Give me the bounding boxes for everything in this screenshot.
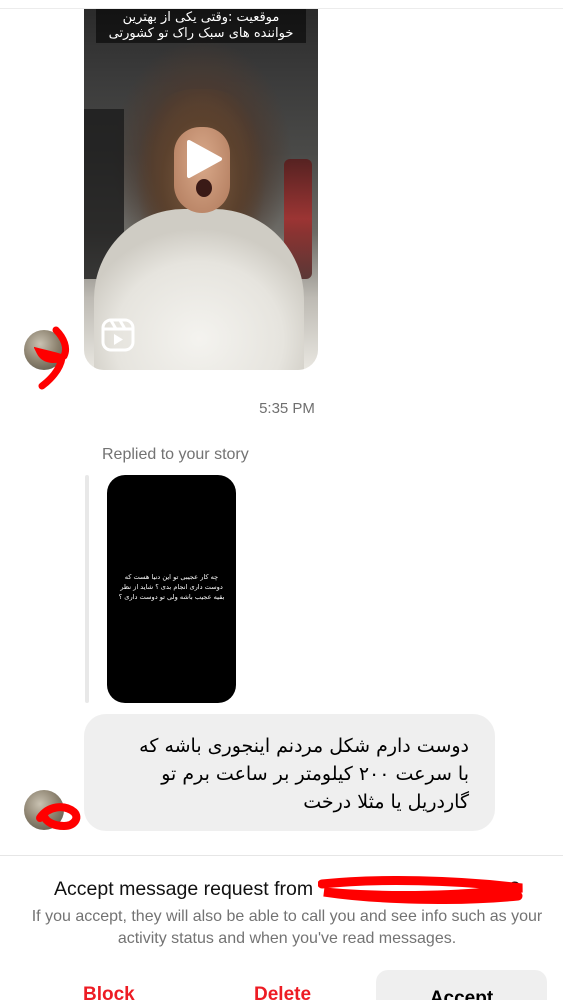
request-divider <box>0 855 563 856</box>
reel-caption-line-1: موقعیت :وقتی یکی از بهترین <box>122 10 280 25</box>
request-title-text: Accept message request from <box>54 878 314 900</box>
sender-avatar[interactable] <box>24 790 64 830</box>
play-icon[interactable] <box>185 139 223 179</box>
message-timestamp: 5:35 PM <box>259 400 315 417</box>
story-thumbnail[interactable]: چه کار عجیبی تو این دنیا هست که دوست دار… <box>107 475 236 703</box>
reply-quote-bar <box>85 475 89 703</box>
request-actions: Block Delete Accept <box>0 970 563 1000</box>
message-bubble[interactable]: دوست دارم شکل مردنم اینجوری باشه که با س… <box>84 714 495 831</box>
request-description: If you accept, they will also be able to… <box>31 908 543 947</box>
story-text: چه کار عجیبی تو این دنیا هست که دوست دار… <box>118 573 225 601</box>
delete-button[interactable]: Delete <box>254 984 311 1000</box>
request-title: Accept message request from? <box>0 878 563 901</box>
accept-button[interactable]: Accept <box>376 970 547 1000</box>
reels-icon <box>101 318 135 352</box>
message-text: دوست دارم شکل مردنم اینجوری باشه که با س… <box>139 735 469 813</box>
block-button[interactable]: Block <box>83 984 135 1000</box>
replied-to-story-label: Replied to your story <box>102 446 249 463</box>
request-title-suffix: ? <box>509 878 520 900</box>
reel-caption: موقعیت :وقتی یکی از بهترین خواننده های س… <box>96 9 306 43</box>
reel-person-mouth <box>196 179 212 197</box>
shared-reel[interactable]: موقعیت :وقتی یکی از بهترین خواننده های س… <box>84 9 318 370</box>
reel-caption-line-2: خواننده های سبک راک تو کشورتی <box>108 26 294 41</box>
sender-avatar[interactable] <box>24 330 64 370</box>
redacted-username <box>313 881 509 895</box>
